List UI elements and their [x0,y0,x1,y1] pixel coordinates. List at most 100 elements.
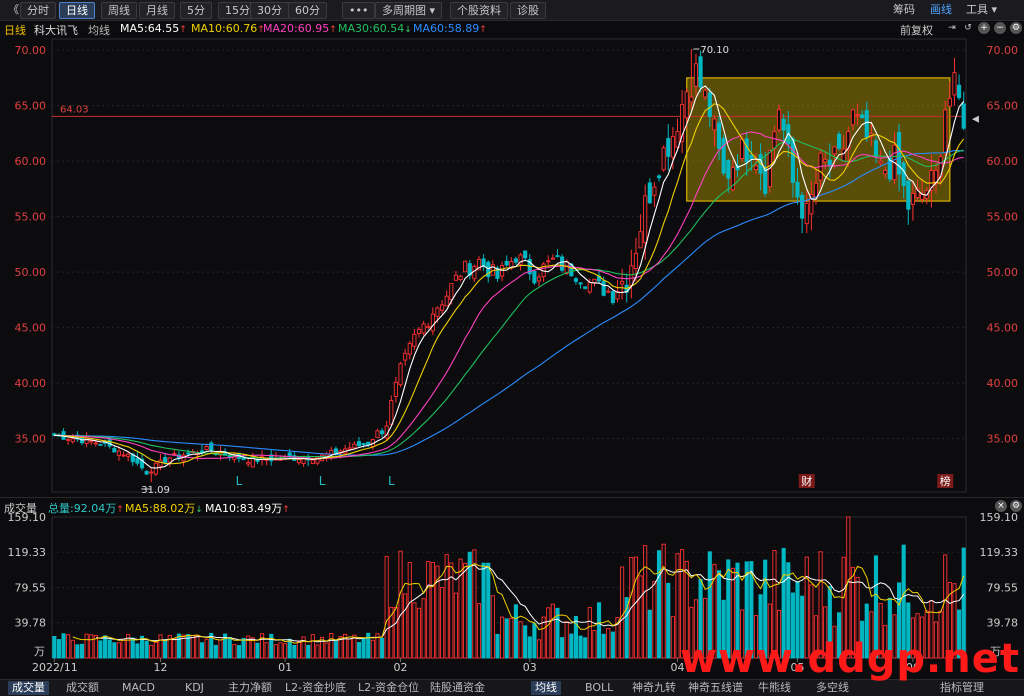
indicator-tab-12[interactable]: 牛熊线 [758,681,791,695]
candle-body [638,231,643,249]
indicator-tab-0[interactable]: 成交量 [8,681,49,695]
indicator-tab-13[interactable]: 多空线 [816,681,849,695]
candle-body [860,114,865,119]
indicator-tab-7[interactable]: 陆股通资金 [430,681,485,695]
candle-body [850,109,855,126]
chart-canvas[interactable]: 70.00 70.00 65.00 65.00 60.00 60.00 55.00 55.00… [0,0,1024,695]
volume-bar [504,618,509,659]
volume-bar [550,603,555,659]
vol-ma5-line [72,562,965,644]
candle-body [495,267,500,279]
volume-bar [264,642,269,659]
candle-body [347,447,352,450]
candle-body [223,451,228,456]
period-tab-9[interactable]: 多周期图 ▾ [375,2,443,19]
close-pane-icon[interactable]: × [995,500,1007,512]
main-chart-header: 日线 科大讯飞 均线 MA5:64.55↑ MA10:60.76↑ MA20:6… [0,20,1024,38]
period-tab-6[interactable]: 30分 [250,2,289,19]
volume-bar [541,616,546,659]
volume-bar [666,582,671,659]
volume-bar [647,609,652,659]
indicator-tab-5[interactable]: L2-资金抄底 [285,681,346,695]
adjust-mode-label[interactable]: 前复权 [900,22,933,38]
zoom-in-icon[interactable]: + [978,22,990,34]
period-tab-1[interactable]: 日线 [59,2,95,19]
indicator-tab-2[interactable]: MACD [122,681,155,695]
candle-body [135,457,140,464]
ma20-line [54,131,964,460]
candle-body [938,156,943,178]
stock-name[interactable]: 科大讯飞 [34,22,78,38]
volume-title[interactable]: 成交量 [4,500,37,516]
volume-bar [389,606,394,659]
candle-body [864,110,869,138]
volume-tick-left-1: 119.33 [8,546,47,559]
candle-body [481,258,486,267]
candle-body [712,118,717,131]
indicator-tab-14[interactable]: 指标管理 [940,681,984,695]
period-tab-0[interactable]: 分时 [20,2,56,19]
toolbar-right-2[interactable]: 工具 ▾ [966,2,997,17]
candle-body [56,434,61,437]
volume-bar [426,561,431,659]
period-tab-2[interactable]: 周线 [101,2,137,19]
date-tick-2: 01 [278,661,292,674]
volume-bar [453,592,458,659]
candle-body [301,457,306,464]
toolbar-right-1[interactable]: 画线 [930,2,952,17]
event-tag-1: 榜 [940,474,951,488]
indicator-tab-8[interactable]: 均线 [531,681,561,695]
volume-bar [296,640,302,659]
indicator-tab-11[interactable]: 神奇五线谱 [688,681,743,695]
candle-body [901,162,906,187]
period-tab-3[interactable]: 月线 [139,2,175,19]
volume-bar [223,633,228,659]
candle-body [610,291,615,304]
indicator-tab-10[interactable]: 神奇九转 [632,681,676,695]
candle-body [666,138,671,157]
candle-body [504,260,509,266]
indicator-tab-6[interactable]: L2-资金仓位 [358,681,419,695]
volume-bar [366,632,371,659]
settings-gear-icon[interactable]: ⚙ [1010,22,1022,34]
indicator-tab-4[interactable]: 主力净额 [228,681,272,695]
toolbar-right-0[interactable]: 筹码 [893,2,915,17]
volume-bar [333,640,338,659]
candle-body [264,458,269,461]
volume-bar [338,636,343,659]
period-tab-8[interactable]: ••• [342,2,376,19]
candle-body [458,275,463,281]
date-tick-0: 2022/11 [32,661,78,674]
candle-body [767,149,772,188]
period-tab-11[interactable]: 诊股 [510,2,546,19]
candle-body [52,433,57,436]
cursor-icon[interactable]: ⇥ [946,22,958,34]
period-tab-7[interactable]: 60分 [288,2,327,19]
ma-indicator-title[interactable]: 均线 [88,22,110,38]
volume-bar [250,637,255,659]
candle-body [703,89,708,98]
zoom-out-icon[interactable]: − [994,22,1006,34]
candle-body [620,280,625,285]
indicator-tab-3[interactable]: KDJ [185,681,204,695]
candle-body [440,304,445,311]
candle-body [218,452,223,456]
indicator-tab-1[interactable]: 成交额 [66,681,99,695]
volume-bar [66,634,71,659]
ma10-value: MA10:60.76↑ [191,22,265,35]
volume-bar [518,621,523,659]
period-tab-4[interactable]: 5分 [180,2,212,19]
undo-icon[interactable]: ↺ [962,22,974,34]
pane-settings-icon[interactable]: ⚙ [1010,500,1022,512]
reference-price-pointer: ◀ [972,114,979,124]
volume-bar [199,642,205,659]
period-tab-10[interactable]: 个股资料 [450,2,508,19]
candle-body [800,194,805,219]
volume-bar [578,635,583,659]
candle-body [869,133,874,137]
candle-body [453,274,458,281]
candle-body [887,157,892,180]
candle-body [772,131,777,149]
indicator-tab-9[interactable]: BOLL [585,681,613,695]
candle-body [232,454,237,460]
